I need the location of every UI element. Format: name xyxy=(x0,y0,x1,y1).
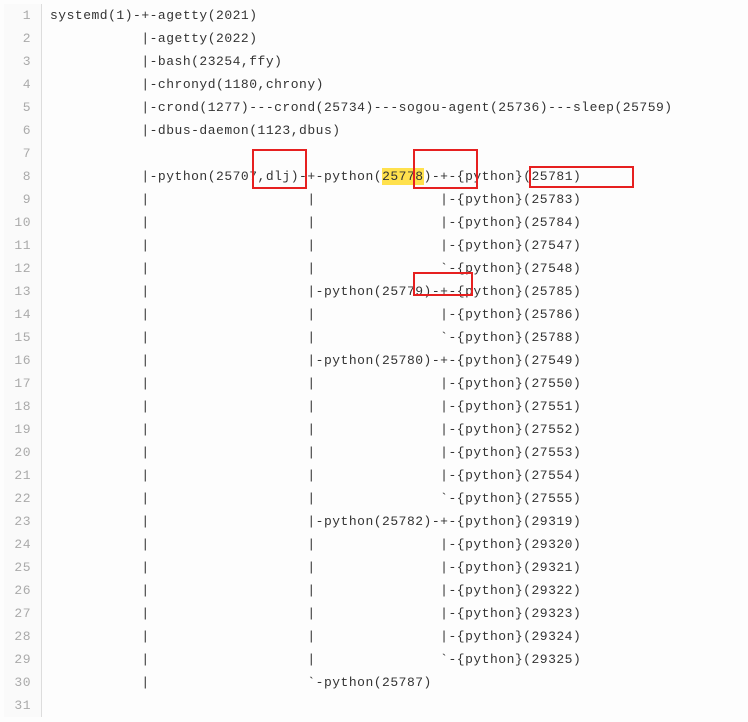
line-number: 4 xyxy=(4,73,31,96)
line-number: 12 xyxy=(4,257,31,280)
code-line: | |-python(25780)-+-{python}(27549) xyxy=(50,349,673,372)
line-number: 17 xyxy=(4,372,31,395)
line-number: 28 xyxy=(4,625,31,648)
line-number: 1 xyxy=(4,4,31,27)
code-line xyxy=(50,694,673,717)
code-line: | | |-{python}(27547) xyxy=(50,234,673,257)
code-line: | | `-{python}(27555) xyxy=(50,487,673,510)
line-number: 29 xyxy=(4,648,31,671)
line-number: 25 xyxy=(4,556,31,579)
line-number: 27 xyxy=(4,602,31,625)
line-number: 26 xyxy=(4,579,31,602)
line-number: 24 xyxy=(4,533,31,556)
code-line: | | |-{python}(29321) xyxy=(50,556,673,579)
line-number: 5 xyxy=(4,96,31,119)
line-number: 30 xyxy=(4,671,31,694)
line-number: 16 xyxy=(4,349,31,372)
code-line: | | |-{python}(25783) xyxy=(50,188,673,211)
code-line: | | |-{python}(27550) xyxy=(50,372,673,395)
line-number: 21 xyxy=(4,464,31,487)
line-number: 9 xyxy=(4,188,31,211)
line-number: 22 xyxy=(4,487,31,510)
line-number: 8 xyxy=(4,165,31,188)
code-line: |-bash(23254,ffy) xyxy=(50,50,673,73)
code-line: | | |-{python}(27552) xyxy=(50,418,673,441)
code-line: | | |-{python}(27554) xyxy=(50,464,673,487)
code-line: | | |-{python}(25786) xyxy=(50,303,673,326)
code-line: |-agetty(2022) xyxy=(50,27,673,50)
code-line xyxy=(50,142,673,165)
line-number: 23 xyxy=(4,510,31,533)
code-line: | | |-{python}(29322) xyxy=(50,579,673,602)
code-line: | |-python(25779)-+-{python}(25785) xyxy=(50,280,673,303)
code-line: | | `-{python}(27548) xyxy=(50,257,673,280)
highlight: 25778 xyxy=(382,168,424,185)
line-number: 2 xyxy=(4,27,31,50)
line-number: 3 xyxy=(4,50,31,73)
code-line: | | |-{python}(25784) xyxy=(50,211,673,234)
code-content[interactable]: systemd(1)-+-agetty(2021) |-agetty(2022)… xyxy=(42,4,673,717)
line-number: 18 xyxy=(4,395,31,418)
line-number: 31 xyxy=(4,694,31,717)
code-block: 1234567891011121314151617181920212223242… xyxy=(4,4,744,717)
line-number: 15 xyxy=(4,326,31,349)
code-line: |-crond(1277)---crond(25734)---sogou-age… xyxy=(50,96,673,119)
code-line: | | |-{python}(27553) xyxy=(50,441,673,464)
code-line: | |-python(25782)-+-{python}(29319) xyxy=(50,510,673,533)
line-number: 13 xyxy=(4,280,31,303)
code-line: | | |-{python}(29323) xyxy=(50,602,673,625)
line-number: 20 xyxy=(4,441,31,464)
code-line: | | `-{python}(29325) xyxy=(50,648,673,671)
line-number: 11 xyxy=(4,234,31,257)
code-line: | | |-{python}(27551) xyxy=(50,395,673,418)
code-line: |-chronyd(1180,chrony) xyxy=(50,73,673,96)
code-line: |-python(25707,dlj)-+-python(25778)-+-{p… xyxy=(50,165,673,188)
line-number: 10 xyxy=(4,211,31,234)
line-number: 14 xyxy=(4,303,31,326)
code-line: |-dbus-daemon(1123,dbus) xyxy=(50,119,673,142)
line-number: 7 xyxy=(4,142,31,165)
line-number: 19 xyxy=(4,418,31,441)
code-line: | | |-{python}(29320) xyxy=(50,533,673,556)
code-line: systemd(1)-+-agetty(2021) xyxy=(50,4,673,27)
code-line: | | `-{python}(25788) xyxy=(50,326,673,349)
line-number: 6 xyxy=(4,119,31,142)
code-line: | `-python(25787) xyxy=(50,671,673,694)
code-line: | | |-{python}(29324) xyxy=(50,625,673,648)
line-number-gutter: 1234567891011121314151617181920212223242… xyxy=(4,4,42,717)
